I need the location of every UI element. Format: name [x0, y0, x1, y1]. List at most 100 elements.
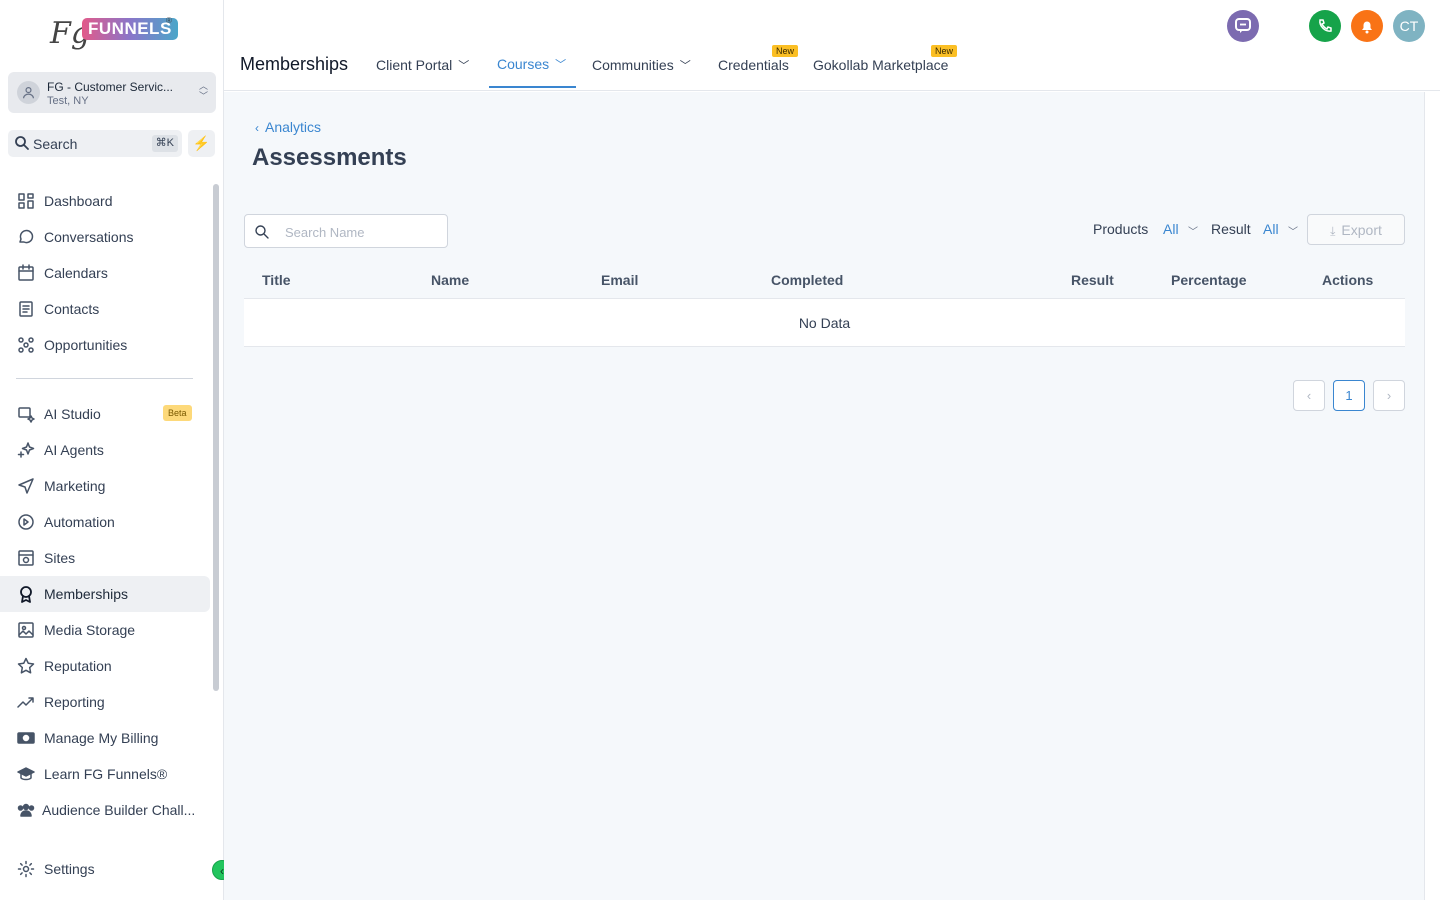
- sidebar-item-marketing[interactable]: Marketing: [0, 468, 210, 504]
- bell-icon: [1362, 21, 1372, 34]
- export-button[interactable]: ⤓ Export: [1307, 214, 1405, 245]
- phone-icon: [1319, 19, 1332, 32]
- sidebar-item-label: Reputation: [44, 658, 112, 674]
- tab-active-indicator: [489, 86, 576, 88]
- download-icon: ⤓: [1330, 224, 1336, 238]
- tab-gokollab-marketplace[interactable]: Gokollab Marketplace: [813, 57, 948, 73]
- column-header-completed: Completed: [771, 272, 844, 288]
- sidebar-item-media-storage[interactable]: Media Storage: [0, 612, 210, 648]
- tab-label: Client Portal: [376, 57, 453, 73]
- sidebar-item-label: Dashboard: [44, 193, 113, 209]
- bolt-icon: ⚡: [192, 135, 211, 151]
- trend-icon: [17, 693, 35, 711]
- tab-label: Credentials: [718, 57, 789, 73]
- sidebar-item-contacts[interactable]: Contacts: [0, 291, 210, 327]
- sidebar-item-label: Calendars: [44, 265, 108, 281]
- sites-icon: [17, 549, 35, 567]
- user-avatar[interactable]: CT: [1393, 10, 1425, 42]
- column-header-name: Name: [431, 272, 470, 288]
- sidebar-item-label: Settings: [44, 861, 95, 877]
- award-icon: [17, 585, 35, 603]
- dashboard-icon: [17, 192, 35, 210]
- sidebar-item-label: Sites: [44, 550, 76, 566]
- table-header: Title Name Email Completed Result Percen…: [244, 260, 1405, 299]
- search-icon: [15, 136, 29, 150]
- empty-state: No Data: [798, 315, 851, 331]
- sidebar-item-reporting[interactable]: Reporting: [0, 684, 210, 720]
- chevron-down-icon[interactable]: ﹀: [1288, 223, 1298, 238]
- sidebar-item-label: Marketing: [44, 478, 106, 494]
- fg-funnels-logo[interactable]: Fg FUNNELS ®: [50, 14, 178, 56]
- sidebar-item-label: Learn FG Funnels®: [44, 766, 168, 782]
- ai-studio-icon: [17, 405, 35, 423]
- opportunities-icon: [17, 336, 35, 354]
- sidebar-item-opportunities[interactable]: Opportunities: [0, 327, 210, 363]
- sidebar-item-dashboard[interactable]: Dashboard: [0, 183, 210, 219]
- tab-client-portal[interactable]: Client Portal ﹀: [376, 57, 469, 73]
- sidebar-item-memberships[interactable]: Memberships: [0, 576, 210, 612]
- main-content: ‹ Analytics Assessments Search Name Produ…: [224, 92, 1424, 900]
- tab-courses[interactable]: Courses ﹀: [497, 56, 566, 72]
- sidebar-item-ai-studio[interactable]: AI Studio Beta: [0, 396, 210, 432]
- pagination-next-button[interactable]: ›: [1373, 380, 1405, 411]
- sidebar-item-label: AI Agents: [44, 442, 104, 458]
- chevron-updown-icon: ︿ ﹀: [198, 81, 208, 101]
- column-header-percentage: Percentage: [1171, 272, 1247, 288]
- new-badge: New: [772, 45, 799, 57]
- sidebar: Fg FUNNELS ® FG - Customer Servic... Tes…: [0, 0, 224, 900]
- sidebar-item-learn[interactable]: Learn FG Funnels®: [0, 756, 210, 792]
- tab-communities[interactable]: Communities ﹀: [592, 57, 691, 73]
- sidebar-item-automation[interactable]: Automation: [0, 504, 210, 540]
- users-icon: [17, 801, 35, 819]
- products-filter-value[interactable]: All: [1163, 221, 1179, 237]
- phone-button[interactable]: [1309, 10, 1341, 42]
- sidebar-item-billing[interactable]: Manage My Billing: [0, 720, 210, 756]
- result-filter-value[interactable]: All: [1263, 221, 1279, 237]
- sidebar-settings-wrap: Settings: [0, 851, 210, 887]
- quick-actions-button[interactable]: ⚡: [188, 130, 215, 157]
- back-label: Analytics: [265, 119, 322, 135]
- chat-widget-button[interactable]: [1227, 10, 1259, 42]
- account-name: FG - Customer Servic...: [47, 80, 174, 94]
- sidebar-item-conversations[interactable]: Conversations: [0, 219, 210, 255]
- sidebar-item-reputation[interactable]: Reputation: [0, 648, 210, 684]
- chevron-down-icon[interactable]: ﹀: [1188, 223, 1198, 238]
- search-icon: [255, 225, 269, 239]
- sidebar-item-ai-agents[interactable]: AI Agents: [0, 432, 210, 468]
- column-header-actions: Actions: [1322, 272, 1374, 288]
- account-switcher[interactable]: FG - Customer Servic... Test, NY ︿ ﹀: [8, 72, 216, 113]
- export-label: Export: [1341, 222, 1382, 238]
- sidebar-item-label: Conversations: [44, 229, 134, 245]
- page-title: Assessments: [252, 144, 407, 171]
- automation-icon: [17, 513, 35, 531]
- sidebar-search[interactable]: Search ⌘K: [8, 130, 182, 157]
- sidebar-item-settings[interactable]: Settings: [0, 851, 210, 887]
- logo-reg: ®: [166, 16, 172, 25]
- assessments-table: Title Name Email Completed Result Percen…: [244, 260, 1405, 347]
- graduation-icon: [17, 765, 35, 783]
- tab-credentials[interactable]: Credentials: [718, 57, 789, 73]
- notifications-button[interactable]: [1351, 10, 1383, 42]
- sidebar-item-audience-builder[interactable]: Audience Builder Chall...: [0, 792, 210, 828]
- sidebar-item-calendars[interactable]: Calendars: [0, 255, 210, 291]
- sidebar-item-label: Audience Builder Chall...: [42, 802, 196, 818]
- sidebar-item-label: Automation: [44, 514, 115, 530]
- tab-label: Communities: [592, 57, 674, 73]
- pagination-page-1[interactable]: 1: [1333, 380, 1365, 411]
- search-name-input[interactable]: Search Name: [244, 214, 448, 248]
- sidebar-item-label: AI Studio: [44, 406, 101, 422]
- beta-badge: Beta: [163, 405, 192, 421]
- pagination-prev-button[interactable]: ‹: [1293, 380, 1325, 411]
- search-label: Search: [33, 136, 78, 152]
- sparkle-icon: [17, 441, 35, 459]
- billing-icon: [17, 729, 35, 747]
- sidebar-scrollbar[interactable]: [213, 184, 219, 691]
- sidebar-nav-primary: Dashboard Conversations Calendars Contac…: [0, 183, 210, 363]
- tab-label: Gokollab Marketplace: [813, 57, 949, 73]
- result-filter-label: Result: [1211, 221, 1251, 237]
- sidebar-item-label: Contacts: [44, 301, 100, 317]
- back-to-analytics-link[interactable]: ‹ Analytics: [255, 119, 321, 135]
- sidebar-item-sites[interactable]: Sites: [0, 540, 210, 576]
- chevron-down-icon: ﹀: [555, 59, 567, 71]
- contacts-icon: [17, 300, 35, 318]
